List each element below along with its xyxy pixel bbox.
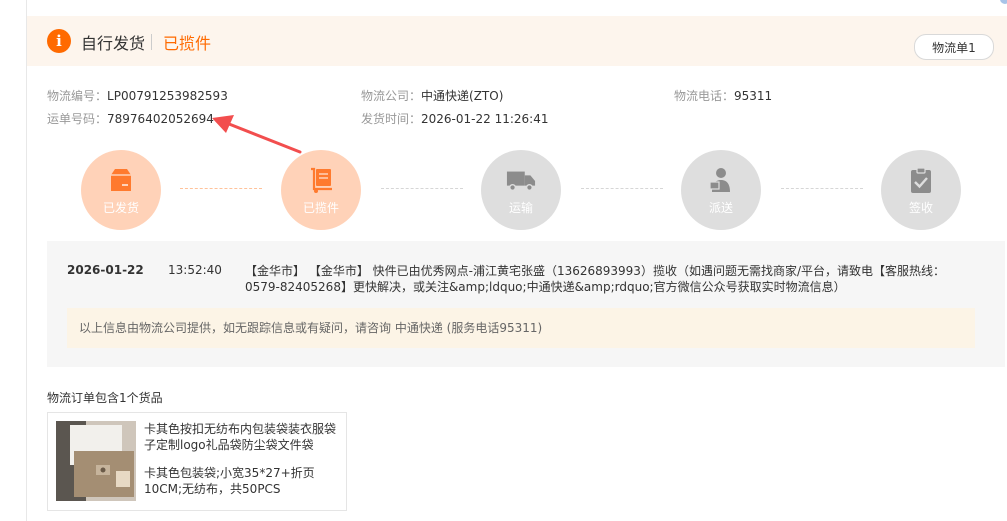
tracking-id-row: 物流编号：LP00791253982593 bbox=[47, 87, 228, 104]
step-transit: 运输 bbox=[481, 150, 561, 230]
logistics-tab-1[interactable]: 物流单1 bbox=[914, 34, 994, 60]
package-icon bbox=[106, 165, 136, 195]
clipboard-check-icon bbox=[906, 165, 936, 195]
company-row: 物流公司：中通快递(ZTO) bbox=[361, 87, 503, 104]
tracking-description: 【金华市】 【金华市】 快件已由优秀网点-浦江黄宅张盛（13626893993）… bbox=[245, 264, 945, 294]
progress-connector-4 bbox=[781, 188, 863, 189]
step-collected-label: 已揽件 bbox=[302, 200, 339, 215]
header-divider bbox=[151, 34, 152, 50]
product-spec: 卡其色包装袋;小宽35*27+折页10CM;无纺布，共50PCS bbox=[144, 466, 315, 496]
company-label: 物流公司： bbox=[361, 89, 422, 103]
product-name[interactable]: 卡其色按扣无纺布内包装袋装衣服袋子定制logo礼品袋防尘袋文件袋 bbox=[144, 421, 340, 453]
ship-time-value: 2026-01-22 11:26:41 bbox=[421, 112, 549, 126]
step-collected: 已揽件 bbox=[281, 150, 361, 230]
phone-value: 95311 bbox=[734, 89, 773, 103]
step-signed: 签收 bbox=[881, 150, 961, 230]
step-transit-label: 运输 bbox=[508, 200, 533, 215]
corner-indicator bbox=[1000, 0, 1007, 4]
waybill-row: 运单号码：78976402052694 bbox=[47, 110, 214, 127]
tracking-detail-panel: 2026-01-22 13:52:40 【金华市】 【金华市】 快件已由优秀网点… bbox=[47, 241, 1005, 367]
cart-icon bbox=[306, 165, 336, 195]
ship-time-label: 发货时间： bbox=[361, 112, 422, 126]
ship-time-row: 发货时间：2026-01-22 11:26:41 bbox=[361, 110, 548, 127]
info-icon: i bbox=[47, 29, 71, 53]
step-shipped-label: 已发货 bbox=[102, 200, 139, 215]
goods-section-title: 物流订单包含1个货品 bbox=[47, 391, 163, 405]
step-delivery-label: 派送 bbox=[708, 200, 733, 215]
step-delivery: 派送 bbox=[681, 150, 761, 230]
goods-card[interactable]: 卡其色按扣无纺布内包装袋装衣服袋子定制logo礼品袋防尘袋文件袋 卡其色包装袋;… bbox=[47, 412, 347, 511]
step-signed-label: 签收 bbox=[908, 200, 933, 215]
waybill-value: 78976402052694 bbox=[107, 112, 214, 126]
tracking-time: 13:52:40 bbox=[168, 263, 222, 277]
page-left-border bbox=[26, 0, 27, 521]
courier-icon bbox=[706, 165, 736, 195]
company-value: 中通快递(ZTO) bbox=[421, 89, 504, 103]
step-shipped: 已发货 bbox=[81, 150, 161, 230]
phone-label: 物流电话： bbox=[674, 89, 735, 103]
progress-connector-2 bbox=[381, 188, 463, 189]
progress-connector-3 bbox=[581, 188, 663, 189]
tracking-notice: 以上信息由物流公司提供，如无跟踪信息或有疑问，请咨询 中通快递 (服务电话953… bbox=[67, 308, 975, 348]
header-status: 已揽件 bbox=[163, 34, 212, 53]
tracking-date: 2026-01-22 bbox=[67, 263, 144, 277]
tracking-id-value: LP00791253982593 bbox=[107, 89, 228, 103]
logistics-header: i 自行发货 已揽件 物流单1 bbox=[27, 16, 1007, 66]
truck-icon bbox=[506, 165, 536, 195]
waybill-label: 运单号码： bbox=[47, 112, 108, 126]
product-image[interactable] bbox=[56, 421, 136, 501]
tracking-id-label: 物流编号： bbox=[47, 89, 108, 103]
progress-connector-1 bbox=[180, 188, 262, 189]
header-title: 自行发货 bbox=[81, 34, 146, 53]
phone-row: 物流电话：95311 bbox=[674, 87, 772, 104]
